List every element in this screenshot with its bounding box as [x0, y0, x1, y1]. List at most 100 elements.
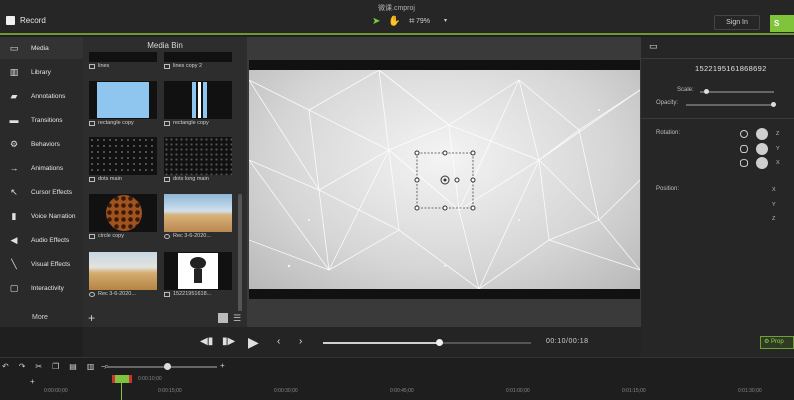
sidebar-item-interactivity[interactable]: ▢ Interactivity: [0, 277, 83, 299]
ruler-tick: 0:01:30;00: [738, 388, 762, 394]
sidebar-item-behaviors[interactable]: ⚙ Behaviors: [0, 133, 83, 155]
record-icon: [6, 16, 15, 25]
titlebar: Record 微课.cmproj ➤ ✋ ⌗ 79% ▾ Sign In S: [0, 0, 794, 35]
opacity-slider[interactable]: [686, 104, 774, 106]
zoom-level[interactable]: 79%: [416, 18, 430, 25]
opacity-slider-handle[interactable]: [771, 102, 776, 107]
rotation-z-dial[interactable]: [756, 128, 768, 140]
rotation-x-row: X: [740, 157, 780, 169]
record-button[interactable]: Record: [6, 16, 46, 25]
media-item-lines-copy-2[interactable]: lines copy 2: [164, 52, 232, 69]
scale-slider-handle[interactable]: [704, 89, 709, 94]
animations-icon: →: [9, 163, 19, 173]
sidebar-item-label: Voice Narration: [31, 212, 76, 220]
rotate-z-icon: [740, 130, 748, 138]
timeline-zoom-slider[interactable]: [107, 366, 217, 368]
crop-icon[interactable]: ⌗: [409, 16, 415, 27]
sidebar-item-voice-narration[interactable]: ▮ Voice Narration: [0, 205, 83, 227]
sidebar-item-label: Behaviors: [31, 140, 60, 148]
undo-icon[interactable]: ↶: [2, 362, 9, 372]
sign-in-button[interactable]: Sign In: [714, 15, 760, 30]
pan-hand-icon[interactable]: ✋: [388, 16, 400, 27]
grid-view-icon[interactable]: [218, 313, 228, 323]
media-item-image[interactable]: 15221951618...: [164, 252, 232, 297]
app-window: Record 微课.cmproj ➤ ✋ ⌗ 79% ▾ Sign In S ▭…: [0, 0, 794, 400]
sidebar-item-media[interactable]: ▭ Media: [0, 37, 83, 59]
timeline-zoom-handle[interactable]: [164, 363, 171, 370]
record-label: Record: [20, 16, 46, 25]
library-icon: ▥: [9, 67, 19, 77]
media-bin-title: Media Bin: [147, 41, 183, 50]
media-item-rectangle-copy[interactable]: rectangle copy: [89, 81, 157, 126]
visual-properties-icon[interactable]: ▭: [649, 41, 667, 53]
play-icon[interactable]: ▶: [248, 334, 259, 351]
media-item-label: Rec 3-6-2020...: [173, 233, 211, 239]
preview-canvas[interactable]: [249, 70, 640, 289]
rotation-z-row: Z: [740, 128, 779, 140]
project-title: 微课.cmproj: [378, 5, 415, 12]
list-view-icon[interactable]: ☰: [233, 313, 243, 323]
scale-slider[interactable]: [700, 91, 774, 93]
behaviors-icon: ⚙: [9, 139, 19, 149]
step-back-icon[interactable]: ◀▮: [200, 336, 213, 347]
zoom-in-icon[interactable]: +: [220, 361, 225, 370]
video-icon: [164, 233, 170, 239]
sidebar-item-cursor-effects[interactable]: ↖ Cursor Effects: [0, 181, 83, 203]
media-item-circle-copy[interactable]: circle copy: [89, 194, 157, 239]
timeline-toolbar: ↶ ↷ ✂ ❐ ▤ ▥ ⌕: [2, 362, 109, 372]
next-icon[interactable]: ›: [299, 336, 302, 347]
media-item-rectangle-copy-2[interactable]: rectangle copy: [164, 81, 232, 126]
step-forward-icon[interactable]: ▮▶: [222, 336, 235, 347]
gear-icon: ⚙: [764, 339, 772, 345]
redo-icon[interactable]: ↷: [19, 362, 26, 372]
rotation-x-dial[interactable]: [756, 157, 768, 169]
sidebar-item-visual-effects[interactable]: ╲ Visual Effects: [0, 253, 83, 275]
sidebar-item-label: Visual Effects: [31, 260, 71, 268]
sidebar-item-animations[interactable]: → Animations: [0, 157, 83, 179]
copy-icon[interactable]: ❐: [52, 362, 59, 372]
chevron-down-icon[interactable]: ▾: [444, 17, 447, 24]
transitions-icon: ▬: [9, 115, 19, 125]
playback-progress: [323, 342, 440, 344]
media-item-rec-1[interactable]: Rec 3-6-2020...: [164, 194, 232, 239]
add-track-button[interactable]: +: [30, 377, 35, 386]
rotation-y-row: Y: [740, 143, 780, 155]
media-item-label: Rec 3-6-2020...: [98, 291, 136, 297]
more-button[interactable]: More: [32, 314, 48, 321]
paste-icon[interactable]: ▤: [69, 362, 77, 372]
sidebar-item-transitions[interactable]: ▬ Transitions: [0, 109, 83, 131]
sidebar-item-library[interactable]: ▥ Library: [0, 61, 83, 83]
sidebar: ▭ Media ▥ Library ▰ Annotations ▬ Transi…: [0, 37, 83, 327]
previous-icon[interactable]: ‹: [277, 336, 280, 347]
image-icon: [164, 120, 170, 126]
ruler-tick: 0:01:00;00: [506, 388, 530, 394]
canvas-letterbox-bottom: [249, 289, 640, 299]
split-icon[interactable]: ▥: [87, 362, 95, 372]
sidebar-item-annotations[interactable]: ▰ Annotations: [0, 85, 83, 107]
image-icon: [89, 176, 95, 182]
media-item-rec-2[interactable]: Rec 3-6-2020...: [89, 252, 157, 297]
media-item-label: 15221951618...: [173, 291, 212, 297]
share-button[interactable]: S: [770, 15, 794, 32]
media-item-dots-long-main[interactable]: dots long main: [164, 137, 232, 182]
media-item-label: rectangle copy: [173, 120, 209, 126]
media-bin-scrollbar[interactable]: [238, 194, 242, 312]
media-item-label: lines: [98, 63, 110, 69]
image-icon: [89, 233, 95, 239]
cut-icon[interactable]: ✂: [35, 362, 42, 372]
select-arrow-icon[interactable]: ➤: [372, 16, 380, 27]
media-item-dots-main[interactable]: dots main: [89, 137, 157, 182]
image-icon: [89, 63, 95, 69]
rotation-y-dial[interactable]: [756, 143, 768, 155]
properties-button[interactable]: ⚙ Prop: [760, 336, 794, 349]
media-item-lines[interactable]: lines: [89, 52, 157, 69]
rotate-y-icon: [740, 145, 748, 153]
wand-icon: ╲: [11, 259, 17, 269]
interactivity-icon: ▢: [9, 283, 19, 293]
opacity-label: Opacity:: [656, 100, 679, 106]
zoom-out-icon[interactable]: −: [101, 362, 106, 371]
add-media-button[interactable]: +: [88, 311, 95, 325]
rotation-label: Rotation:: [656, 130, 681, 136]
position-label: Position:: [656, 186, 680, 192]
sidebar-item-audio-effects[interactable]: ◀ Audio Effects: [0, 229, 83, 251]
